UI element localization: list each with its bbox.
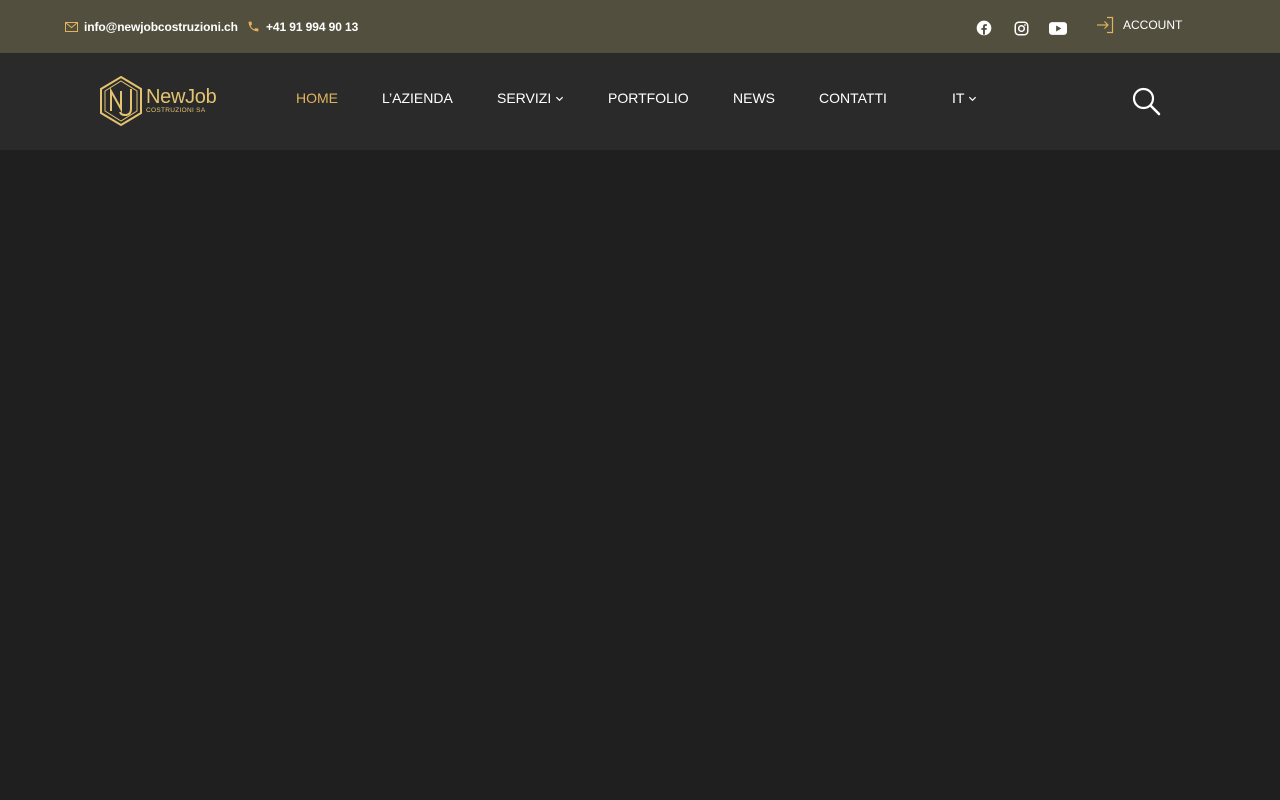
page-content-area bbox=[0, 150, 1280, 800]
phone-icon bbox=[246, 20, 260, 34]
search-icon bbox=[1131, 86, 1161, 116]
nav-servizi[interactable]: SERVIZI bbox=[497, 89, 564, 107]
top-contact-bar: info@newjobcostruzioni.ch +41 91 994 90 … bbox=[0, 0, 1280, 53]
nav-azienda-label: L’AZIENDA bbox=[382, 90, 453, 106]
nav-contatti-label: CONTATTI bbox=[819, 90, 887, 106]
youtube-link[interactable] bbox=[1048, 18, 1068, 38]
nav-servizi-label: SERVIZI bbox=[497, 90, 552, 106]
email-text: info@newjobcostruzioni.ch bbox=[84, 19, 238, 34]
facebook-icon bbox=[976, 20, 992, 36]
envelope-icon bbox=[64, 20, 78, 34]
nav-portfolio[interactable]: PORTFOLIO bbox=[608, 89, 689, 107]
youtube-icon bbox=[1049, 21, 1067, 35]
search-button[interactable] bbox=[1131, 86, 1161, 116]
main-navigation: NewJob COSTRUZIONI SA HOME L’AZIENDA SER… bbox=[0, 53, 1280, 150]
logo-subtitle: COSTRUZIONI SA bbox=[146, 107, 206, 115]
phone-link[interactable]: +41 91 994 90 13 bbox=[246, 0, 358, 53]
instagram-link[interactable] bbox=[1011, 18, 1031, 38]
account-link[interactable]: ACCOUNT bbox=[1096, 14, 1182, 36]
nav-news-label: NEWS bbox=[733, 90, 775, 106]
logo-text: NewJob COSTRUZIONI SA bbox=[146, 86, 217, 115]
chevron-down-icon bbox=[555, 94, 564, 103]
nav-home-label: HOME bbox=[296, 90, 338, 106]
logo-brand: NewJob bbox=[146, 86, 217, 109]
language-selector[interactable]: IT bbox=[952, 89, 977, 107]
nav-home[interactable]: HOME bbox=[296, 89, 338, 107]
phone-text: +41 91 994 90 13 bbox=[266, 19, 359, 34]
login-icon bbox=[1096, 16, 1114, 34]
nav-portfolio-label: PORTFOLIO bbox=[608, 90, 689, 106]
instagram-icon bbox=[1014, 21, 1029, 36]
nav-azienda[interactable]: L’AZIENDA bbox=[382, 89, 453, 107]
nav-contatti[interactable]: CONTATTI bbox=[819, 89, 887, 107]
facebook-link[interactable] bbox=[974, 18, 994, 38]
chevron-down-icon bbox=[968, 94, 977, 103]
email-link[interactable]: info@newjobcostruzioni.ch bbox=[64, 0, 238, 53]
newjob-logo-icon bbox=[99, 75, 143, 127]
language-label: IT bbox=[952, 90, 965, 106]
account-label: ACCOUNT bbox=[1123, 18, 1183, 32]
site-logo[interactable]: NewJob COSTRUZIONI SA bbox=[99, 75, 219, 127]
nav-news[interactable]: NEWS bbox=[733, 89, 775, 107]
